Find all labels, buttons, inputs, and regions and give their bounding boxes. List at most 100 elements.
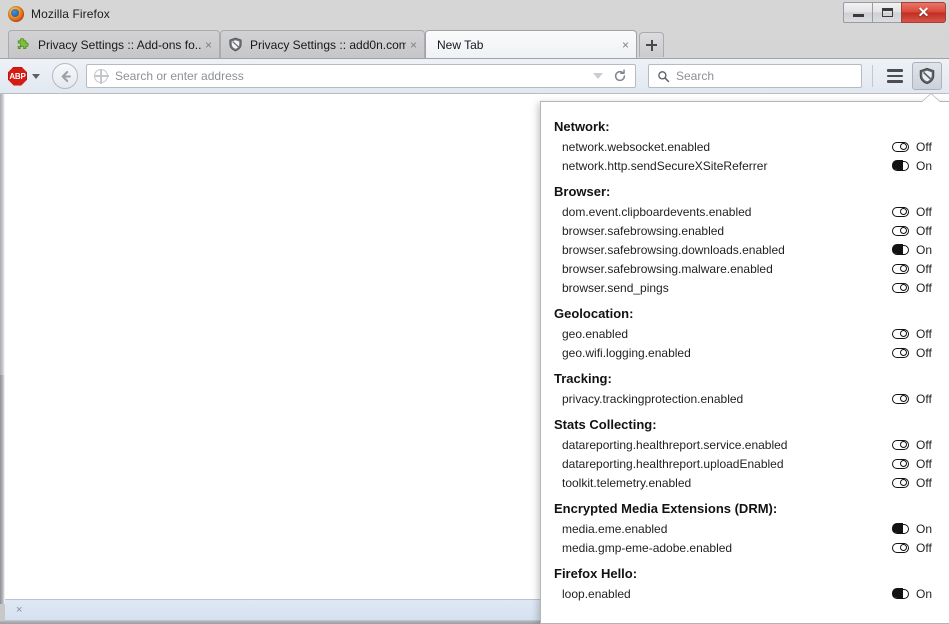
pref-row[interactable]: privacy.trackingprotection.enabled Off xyxy=(541,389,949,408)
pref-toggle-group[interactable]: On xyxy=(891,158,938,173)
back-button[interactable] xyxy=(52,63,78,89)
pref-toggle-group[interactable]: Off xyxy=(892,205,938,219)
pref-toggle-group[interactable]: Off xyxy=(892,457,938,471)
privacy-settings-button[interactable] xyxy=(912,62,942,90)
pref-toggle-group[interactable]: Off xyxy=(892,327,938,341)
toggle-off-icon[interactable] xyxy=(892,347,909,358)
pref-row[interactable]: datareporting.healthreport.uploadEnabled… xyxy=(541,454,949,473)
toggle-off-icon[interactable] xyxy=(892,439,909,450)
toggle-on-icon[interactable] xyxy=(891,588,909,599)
maximize-button[interactable] xyxy=(872,1,901,23)
pref-state-label: Off xyxy=(916,475,932,490)
toggle-off-icon[interactable] xyxy=(892,141,909,152)
close-icon: ✕ xyxy=(917,4,930,20)
pref-name: network.websocket.enabled xyxy=(562,139,711,154)
toggle-on-icon[interactable] xyxy=(891,160,909,171)
pref-row[interactable]: browser.safebrowsing.malware.enabled Off xyxy=(541,259,949,278)
toggle-off-icon[interactable] xyxy=(892,458,909,469)
address-dropdown-icon[interactable] xyxy=(593,73,603,79)
pref-row[interactable]: geo.enabled Off xyxy=(541,324,949,343)
minimize-button[interactable] xyxy=(843,1,872,23)
reload-icon xyxy=(614,69,626,82)
tab-privacy-settings-addons[interactable]: Privacy Settings :: Add-ons fo... × xyxy=(8,30,220,58)
tab-close-button[interactable]: × xyxy=(410,39,417,51)
pref-toggle-group[interactable]: On xyxy=(891,243,938,257)
pref-toggle-group[interactable]: Off xyxy=(892,281,938,295)
toggle-off-icon[interactable] xyxy=(892,225,909,236)
toggle-off-icon[interactable] xyxy=(892,263,909,274)
browser-window: Mozilla Firefox ✕ Privacy Settings :: Ad… xyxy=(0,0,949,624)
toggle-off-icon[interactable] xyxy=(892,328,909,339)
toggle-off-icon[interactable] xyxy=(892,542,909,553)
toggle-knob xyxy=(900,395,908,402)
back-arrow-icon xyxy=(61,70,71,82)
pref-toggle-group[interactable]: Off xyxy=(892,140,938,154)
panel-section-title: Firefox Hello: xyxy=(554,566,638,581)
plus-icon-vertical xyxy=(650,39,653,51)
pref-toggle-group[interactable]: Off xyxy=(892,224,938,238)
toggle-knob xyxy=(900,143,908,150)
title-bar: Mozilla Firefox ✕ xyxy=(0,0,949,28)
toggle-knob xyxy=(900,479,908,486)
pref-row[interactable]: network.websocket.enabled Off xyxy=(541,137,949,156)
tab-label: New Tab xyxy=(437,37,484,52)
search-input[interactable]: Search xyxy=(676,69,714,83)
toggle-off-icon[interactable] xyxy=(892,477,909,488)
pref-state-label: Off xyxy=(916,204,932,219)
pref-state-label: On xyxy=(916,521,933,536)
pref-state-label: On xyxy=(916,158,933,173)
firefox-logo-icon xyxy=(8,6,24,22)
address-bar[interactable]: Search or enter address xyxy=(86,64,636,88)
pref-name: loop.enabled xyxy=(562,586,631,601)
content-left-edge-lower xyxy=(0,375,5,604)
pref-state-label: Off xyxy=(916,280,932,295)
pref-row[interactable]: browser.safebrowsing.enabled Off xyxy=(541,221,949,240)
pref-toggle-group[interactable]: Off xyxy=(892,392,938,406)
pref-row[interactable]: network.http.sendSecureXSiteReferrer On xyxy=(541,156,949,175)
new-tab-button[interactable] xyxy=(639,32,664,57)
tab-new-tab[interactable]: New Tab × xyxy=(425,30,637,58)
pref-row[interactable]: geo.wifi.logging.enabled Off xyxy=(541,343,949,362)
pref-row[interactable]: browser.safebrowsing.downloads.enabled On xyxy=(541,240,949,259)
toggle-on-icon[interactable] xyxy=(891,523,909,534)
tab-privacy-settings-add0n[interactable]: Privacy Settings :: add0n.com × xyxy=(220,30,425,58)
pref-toggle-group[interactable]: Off xyxy=(892,262,938,276)
toggle-knob xyxy=(900,284,908,291)
panel-section-title: Tracking: xyxy=(554,371,612,386)
toolbar-separator xyxy=(872,65,873,87)
pref-row[interactable]: datareporting.healthreport.service.enabl… xyxy=(541,435,949,454)
search-bar[interactable]: Search xyxy=(648,64,862,88)
toggle-off-icon[interactable] xyxy=(892,282,909,293)
pref-toggle-group[interactable]: Off xyxy=(892,541,938,555)
pref-row[interactable]: browser.send_pings Off xyxy=(541,278,949,297)
tab-close-button[interactable]: × xyxy=(205,39,212,51)
pref-toggle-group[interactable]: Off xyxy=(892,346,938,360)
tab-close-button[interactable]: × xyxy=(622,39,629,51)
pref-row[interactable]: media.gmp-eme-adobe.enabled Off xyxy=(541,538,949,557)
toggle-off-icon[interactable] xyxy=(892,393,909,404)
pref-toggle-group[interactable]: On xyxy=(891,587,938,601)
menu-icon-line3 xyxy=(887,80,903,83)
pref-row[interactable]: dom.event.clipboardevents.enabled Off xyxy=(541,202,949,221)
pref-row[interactable]: loop.enabled On xyxy=(541,584,949,603)
toggle-off-icon[interactable] xyxy=(892,206,909,217)
pref-toggle-group[interactable]: Off xyxy=(892,438,938,452)
pref-row[interactable]: toolkit.telemetry.enabled Off xyxy=(541,473,949,492)
toggle-knob xyxy=(900,330,908,337)
toggle-on-icon[interactable] xyxy=(891,244,909,255)
pref-name: datareporting.healthreport.service.enabl… xyxy=(562,437,788,452)
chevron-down-icon[interactable] xyxy=(32,73,40,79)
pref-row[interactable]: media.eme.enabled On xyxy=(541,519,949,538)
adblock-plus-button[interactable]: ABP xyxy=(8,66,40,86)
pref-state-label: Off xyxy=(916,391,932,406)
reload-button[interactable] xyxy=(613,69,627,83)
pref-toggle-group[interactable]: Off xyxy=(892,476,938,490)
notification-close-button[interactable]: × xyxy=(16,604,22,616)
close-window-button[interactable]: ✕ xyxy=(901,1,946,23)
pref-name: media.gmp-eme-adobe.enabled xyxy=(562,540,733,555)
pref-toggle-group[interactable]: On xyxy=(891,521,938,536)
toggle-knob xyxy=(900,265,908,272)
hamburger-menu-button[interactable] xyxy=(882,63,908,89)
address-input[interactable]: Search or enter address xyxy=(115,69,593,83)
toggle-knob xyxy=(900,227,908,234)
